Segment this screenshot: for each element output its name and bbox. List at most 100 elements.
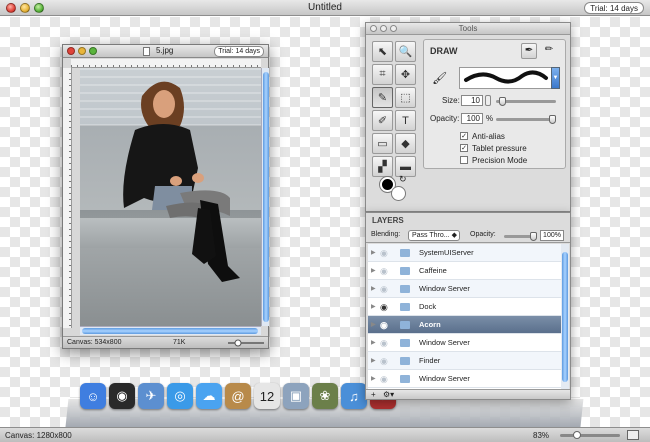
disclosure-arrow-icon[interactable]: ▶ [371,352,376,370]
canvas-size-label: Canvas: 1280x800 [5,431,72,440]
visibility-eye-icon[interactable]: ◉ [380,352,388,370]
magnifier-tool-button[interactable]: 🔍 [395,41,416,62]
visibility-eye-icon[interactable]: ◉ [380,370,388,388]
layer-folder-icon [400,249,410,257]
visibility-eye-icon[interactable]: ◉ [380,298,388,316]
layer-opacity-knob[interactable] [530,232,537,241]
tablet-pressure-checkbox[interactable]: ✓ [460,144,468,152]
layer-list: ▶ ◉ SystemUIServer ▶ ◉ Caffeine ▶ ◉ Window Serve… [368,244,561,389]
zoom-slider-knob[interactable] [573,431,581,439]
zoom-slider[interactable] [560,431,620,439]
brush-preview[interactable] [459,67,552,89]
fit-window-icon[interactable] [627,430,639,440]
opacity-slider-knob[interactable] [549,115,556,124]
doc-close-button[interactable] [67,47,75,55]
gradient-tool-button[interactable]: ▭ [372,133,393,154]
iphoto-icon[interactable]: ❀ [312,383,338,409]
pencil-mode-icon[interactable]: ✏ [541,43,557,59]
swap-colors-icon[interactable]: ↻ [399,174,407,185]
layer-name: Window Server [419,374,470,383]
bucket-tool-button[interactable]: ◆ [395,133,416,154]
layer-row[interactable]: ▶ ◉ Dock [368,298,561,316]
disclosure-arrow-icon[interactable]: ▶ [371,244,376,262]
visibility-eye-icon[interactable]: ◉ [380,334,388,352]
anti-alias-checkbox[interactable]: ✓ [460,132,468,140]
tablet-pressure-label: Tablet pressure [472,144,527,153]
layer-name: Window Server [419,338,470,347]
disclosure-arrow-icon[interactable]: ▶ [371,316,376,334]
size-input[interactable]: 10 [461,95,483,106]
layer-row[interactable]: ▶ ◉ SystemUIServer [368,244,561,262]
doc-zoom-button[interactable] [89,47,97,55]
layer-folder-icon [400,267,410,275]
visibility-eye-icon[interactable]: ◉ [380,316,388,334]
doc-zoom-slider[interactable] [228,339,264,349]
disclosure-arrow-icon[interactable]: ▶ [371,298,376,316]
layers-toolbar: Blending: Pass Thro... ◆ Opacity: 100% [366,228,570,243]
main-titlebar: Untitled Trial: 14 days [0,0,650,16]
brush-dropdown-button[interactable]: ▼ [551,67,560,89]
dashboard-icon[interactable]: ◉ [109,383,135,409]
visibility-eye-icon[interactable]: ◉ [380,244,388,262]
ichat-icon[interactable]: ☁ [196,383,222,409]
layer-row[interactable]: ▶ ◉ Window Server [368,334,561,352]
disclosure-arrow-icon[interactable]: ▶ [371,334,376,352]
tools-panel-title: Tools [458,24,478,33]
layer-row[interactable]: ▶ ◉ Finder [368,352,561,370]
doc-horizontal-scrollbar[interactable] [80,326,261,335]
layer-opacity-input[interactable]: 100% [540,230,564,241]
layers-scroll-thumb[interactable] [562,252,568,382]
doc-trial-badge[interactable]: Trial: 14 days [214,46,264,57]
mail-icon[interactable]: ✈ [138,383,164,409]
size-stepper[interactable] [485,95,491,106]
finder-icon[interactable]: ☺ [80,383,106,409]
arrow-tool-button[interactable]: ⬉ [372,41,393,62]
magnifier-tool-icon: 🔍 [398,46,413,58]
opacity-input[interactable]: 100 [461,113,483,124]
preview-icon[interactable]: ▣ [283,383,309,409]
doc-vertical-scrollbar[interactable] [261,68,269,326]
trial-badge[interactable]: Trial: 14 days [584,2,644,14]
marquee-tool-button[interactable]: ⬚ [395,87,416,108]
photo-canvas[interactable] [80,68,261,326]
size-label: Size: [442,96,460,105]
blending-value: Pass Thro... [412,232,450,239]
color-well[interactable]: ↻ [374,174,414,206]
brush-mode-icon[interactable]: ✒ [521,43,537,59]
layer-row[interactable]: ▶ ◉ Window Server [368,370,561,388]
precision-mode-checkbox[interactable] [460,156,468,164]
zoom-level: 83% [533,431,550,440]
visibility-eye-icon[interactable]: ◉ [380,262,388,280]
move-tool-button[interactable]: ✥ [395,64,416,85]
disclosure-arrow-icon[interactable]: ▶ [371,370,376,388]
opacity-slider[interactable] [496,115,556,124]
layer-opacity-slider[interactable] [504,232,537,241]
layer-row[interactable]: ▶ ◉ Window Server [368,280,561,298]
background-color[interactable] [391,186,406,201]
layer-folder-icon [400,303,410,311]
eraser-tool-button[interactable]: ✐ [372,110,393,131]
add-layer-icon[interactable]: + [371,390,376,399]
blending-select[interactable]: Pass Thro... ◆ [408,230,460,241]
doc-vertical-scroll-thumb[interactable] [263,72,269,322]
crop-tool-button[interactable]: ⌗ [372,64,393,85]
text-tool-button[interactable]: T [395,110,416,131]
disclosure-arrow-icon[interactable]: ▶ [371,280,376,298]
layer-actions-gear-icon[interactable]: ⚙▾ [383,390,394,399]
brush-tool-button[interactable]: ✎ [372,87,393,108]
layer-row[interactable]: ▶ ◉ Caffeine [368,262,561,280]
disclosure-arrow-icon[interactable]: ▶ [371,262,376,280]
size-slider[interactable] [496,97,556,106]
doc-horizontal-scroll-thumb[interactable] [82,328,258,334]
safari-icon[interactable]: ◎ [167,383,193,409]
address-book-icon[interactable]: @ [225,383,251,409]
itunes-icon[interactable]: ♫ [341,383,367,409]
visibility-eye-icon[interactable]: ◉ [380,280,388,298]
ical-icon[interactable]: 12 [254,383,280,409]
layer-row[interactable]: ▶ ◉ Acorn [368,316,561,334]
layers-scrollbar[interactable] [561,244,569,389]
layers-title: LAYERS [372,216,404,225]
main-statusbar: Canvas: 1280x800 83% [0,427,650,442]
doc-minimize-button[interactable] [78,47,86,55]
size-slider-knob[interactable] [498,97,506,106]
